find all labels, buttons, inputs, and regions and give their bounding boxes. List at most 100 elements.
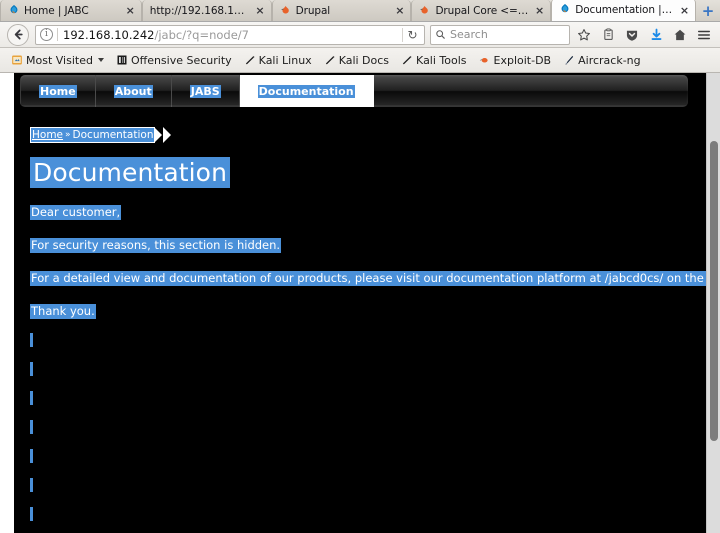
bookmark-label: Offensive Security [130,53,232,67]
url-separator [57,28,58,41]
empty-paragraph [30,333,33,347]
exploit-db-icon [479,54,491,66]
chevron-down-icon[interactable] [97,58,104,62]
nav-label: Documentation [257,84,355,98]
breadcrumb-separator: » [64,128,72,142]
empty-paragraph [30,478,33,492]
browser-tab-3[interactable]: Drupal × [271,0,412,21]
site-navigation: Home About JABS Documentation [20,75,688,107]
tab-title: Drupal [295,4,331,17]
browser-tab-5-active[interactable]: Documentation | J... × [551,0,697,21]
breadcrumb-items: Home » Documentation [30,127,156,143]
drupal-icon [8,4,20,16]
reader-view-icon[interactable] [596,24,620,46]
home-icon[interactable] [668,24,692,46]
browser-tab-2[interactable]: http://192.168.10.242... × [141,0,272,21]
empty-paragraph [30,449,33,463]
bookmark-offensive-security[interactable]: Offensive Security [110,52,238,69]
paragraph-row-3: For a detailed view and documentation of… [30,267,720,286]
scrollbar-thumb[interactable] [710,141,718,441]
page-viewport: Home About JABS Documentation Home » Doc… [0,73,720,533]
browser-tab-4[interactable]: Drupal Core <= 7.... × [411,0,552,21]
nav-item-about[interactable]: About [96,75,172,107]
close-icon[interactable]: × [126,5,135,16]
kali-dragon-icon [244,54,256,66]
paragraph-row-4: Thank you. [30,300,700,319]
search-input[interactable]: Search [430,24,570,45]
tab-strip: Home | JABC × http://192.168.10.242... ×… [0,0,720,22]
nav-item-documentation[interactable]: Documentation [239,75,374,107]
nav-item-home[interactable]: Home [20,75,96,107]
bookmark-exploit-db[interactable]: Exploit-DB [473,52,558,69]
nav-item-jabs[interactable]: JABS [172,75,240,107]
toolbar-icons [572,24,716,46]
bookmark-label: Kali Linux [258,53,312,67]
pocket-shield-icon[interactable] [620,24,644,46]
browser-tab-1[interactable]: Home | JABC × [0,0,142,21]
close-icon[interactable]: × [680,5,689,16]
most-visited-icon [11,54,23,66]
bookmark-kali-tools[interactable]: Kali Tools [395,52,472,69]
breadcrumb-link-home[interactable]: Home [31,128,65,142]
tab-title: Home | JABC [24,4,89,17]
paragraph-documentation-platform: For a detailed view and documentation of… [30,271,720,286]
bookmark-kali-docs[interactable]: Kali Docs [318,52,395,69]
chevron-right-icon-2 [163,127,172,143]
kali-dragon-icon [324,54,336,66]
drupal-flame-icon [280,4,292,16]
vertical-scrollbar[interactable] [706,73,720,533]
paragraph-closing: Thank you. [30,304,96,319]
paragraph-row-1: Dear customer, [30,201,700,220]
bookmark-most-visited[interactable]: Most Visited [5,52,110,69]
empty-paragraph [30,507,33,521]
bookmark-aircrack-ng[interactable]: Aircrack-ng [557,52,647,69]
paragraph-row-2: For security reasons, this section is hi… [30,234,700,253]
reload-icon[interactable]: ↻ [402,27,422,42]
chevron-right-icon [154,127,163,143]
tab-title: http://192.168.10.242... [149,4,250,17]
page-body: Dear customer, For security reasons, thi… [30,201,720,533]
bookmark-kali-linux[interactable]: Kali Linux [238,52,318,69]
nav-label: About [113,84,153,98]
paragraph-greeting: Dear customer, [30,205,122,220]
browser-window: Home | JABC × http://192.168.10.242... ×… [0,0,720,533]
empty-paragraph [30,391,33,405]
empty-paragraph [30,420,33,434]
new-tab-button[interactable]: + [696,0,720,21]
bookmark-label: Kali Docs [338,53,390,67]
breadcrumb: Home » Documentation [30,126,172,144]
breadcrumb-current: Documentation [71,128,155,142]
page-inner: Home About JABS Documentation Home » Doc… [14,73,720,533]
empty-paragraph-list [30,333,700,533]
paragraph-security-notice: For security reasons, this section is hi… [30,238,282,253]
bookmarks-bar: Most Visited Offensive Security Kali Lin… [0,48,720,73]
bookmark-label: Aircrack-ng [578,53,641,67]
url-path: /jabc/?q=node/7 [154,27,249,42]
bookmark-label: Exploit-DB [493,53,552,67]
drupal-icon [559,3,571,15]
close-icon[interactable]: × [535,5,544,16]
info-icon[interactable]: i [40,28,53,41]
nav-label: JABS [189,84,221,98]
bookmark-star-icon[interactable] [572,24,596,46]
back-arrow-icon[interactable] [7,23,29,46]
bookmark-label: Most Visited [26,53,93,67]
url-bar[interactable]: i 192.168.10.242/jabc/?q=node/7 ↻ [35,24,425,45]
aircrack-icon [563,54,575,66]
page-title: Documentation [30,157,231,188]
page-content: Documentation Dear customer, For securit… [30,157,720,533]
drupal-flame-icon [419,4,431,16]
navigation-toolbar: i 192.168.10.242/jabc/?q=node/7 ↻ Search [0,22,720,48]
close-icon[interactable]: × [255,5,264,16]
tab-title: Documentation | J... [575,4,674,16]
search-placeholder: Search [450,28,488,41]
url-text: 192.168.10.242/jabc/?q=node/7 [63,28,402,42]
web-page: Home About JABS Documentation Home » Doc… [14,73,720,533]
downloads-icon[interactable] [644,24,668,46]
close-icon[interactable]: × [395,5,404,16]
offensive-security-icon [116,54,128,66]
search-icon [436,30,445,39]
bookmark-label: Kali Tools [416,53,467,67]
empty-paragraph [30,362,33,376]
menu-icon[interactable] [692,24,716,46]
